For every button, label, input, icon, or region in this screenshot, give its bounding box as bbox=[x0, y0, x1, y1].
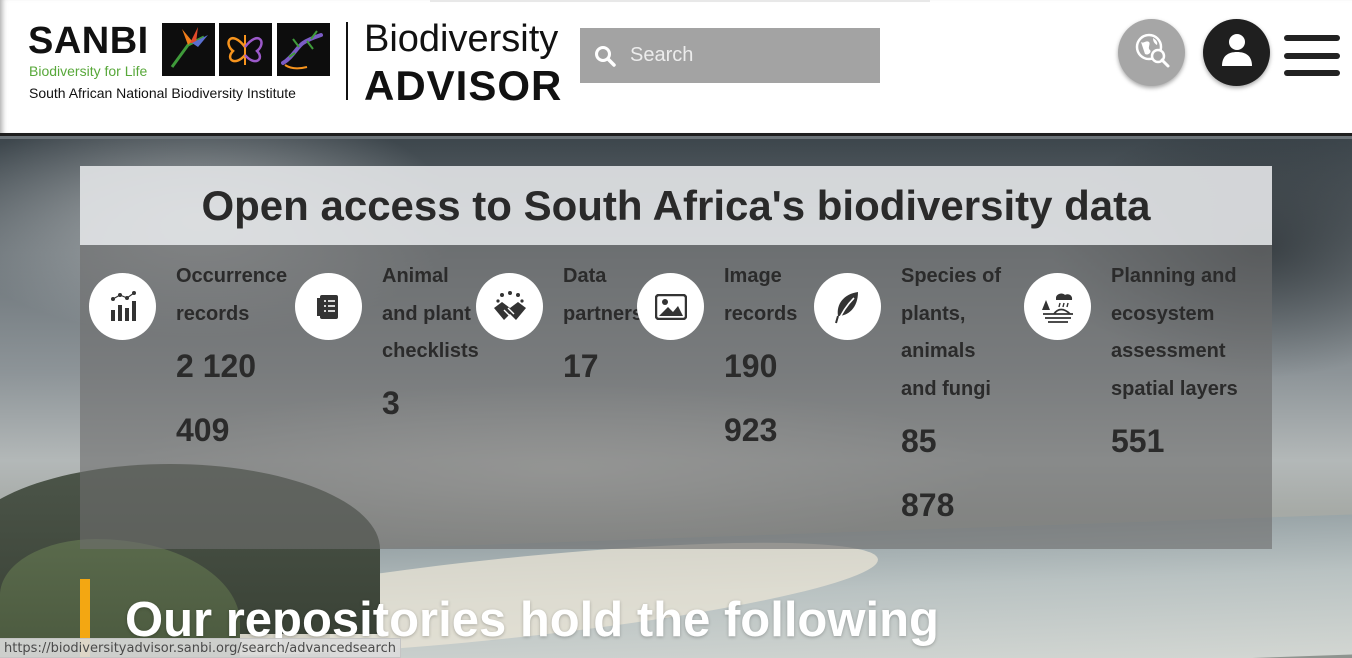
stat-value-occurrence-records: 2 120 409 bbox=[176, 348, 257, 448]
search-input[interactable] bbox=[630, 44, 870, 67]
image-icon bbox=[637, 273, 704, 340]
stat-value-spatial-layers: 551 bbox=[1111, 423, 1165, 459]
logo-org-short: SANBI bbox=[28, 20, 149, 62]
logo-divider bbox=[346, 22, 348, 100]
stat-label-occurrence-records: Occurrence records bbox=[176, 265, 288, 325]
logo-product-line1: Biodiversity bbox=[364, 18, 559, 60]
user-account-button[interactable] bbox=[1203, 19, 1270, 86]
stats-panel: Open access to South Africa's biodiversi… bbox=[80, 166, 1272, 549]
stat-label-data-partners: Data partners bbox=[563, 265, 644, 325]
stat-label-species: Species of plants, animals and fungi bbox=[901, 265, 1002, 400]
stat-value-data-partners: 17 bbox=[563, 348, 599, 384]
leaf-icon bbox=[814, 273, 881, 340]
checklist-icon bbox=[295, 273, 362, 340]
stat-value-checklists: 3 bbox=[382, 385, 400, 421]
stats-body: Occurrence records 2 120 409 Animal and … bbox=[80, 245, 1272, 549]
stat-value-image-records: 190 923 bbox=[724, 348, 778, 448]
handshake-icon bbox=[476, 273, 543, 340]
stat-label-image-records: Image records bbox=[724, 265, 798, 325]
logo-org-full: South African National Biodiversity Inst… bbox=[29, 85, 296, 101]
hamburger-menu-icon[interactable] bbox=[1284, 35, 1340, 77]
logo-org-tagline: Biodiversity for Life bbox=[29, 63, 148, 79]
search-bar[interactable] bbox=[580, 28, 880, 83]
stat-value-species: 85 878 bbox=[901, 423, 955, 523]
stats-title: Open access to South Africa's biodiversi… bbox=[201, 181, 1151, 229]
search-icon bbox=[580, 45, 630, 67]
site-header: SANBI Biodiversity for Life South Africa… bbox=[0, 0, 1352, 136]
sanbi-biodiversity-advisor-logo[interactable]: SANBI Biodiversity for Life South Africa… bbox=[28, 18, 568, 109]
stat-label-spatial-layers: Planning and ecosystem assessment spatia… bbox=[1111, 265, 1238, 400]
stat-label-checklists: Animal and plant checklists bbox=[382, 265, 479, 362]
landscape-rain-icon bbox=[1024, 273, 1091, 340]
user-icon bbox=[1220, 32, 1254, 73]
globe-search-icon bbox=[1132, 30, 1172, 75]
hero-section: Open access to South Africa's biodiversi… bbox=[0, 139, 1352, 658]
stats-title-bar: Open access to South Africa's biodiversi… bbox=[80, 166, 1272, 245]
header-top-line bbox=[430, 0, 930, 2]
status-bar-link-preview: https://biodiversityadvisor.sanbi.org/se… bbox=[0, 638, 401, 658]
strelitzia-flower-icon bbox=[162, 23, 215, 76]
lizard-icon bbox=[277, 23, 330, 76]
explore-data-button[interactable] bbox=[1118, 19, 1185, 86]
butterfly-icon bbox=[219, 23, 272, 76]
logo-product-line2: ADVISOR bbox=[364, 62, 563, 109]
bar-chart-icon bbox=[89, 273, 156, 340]
